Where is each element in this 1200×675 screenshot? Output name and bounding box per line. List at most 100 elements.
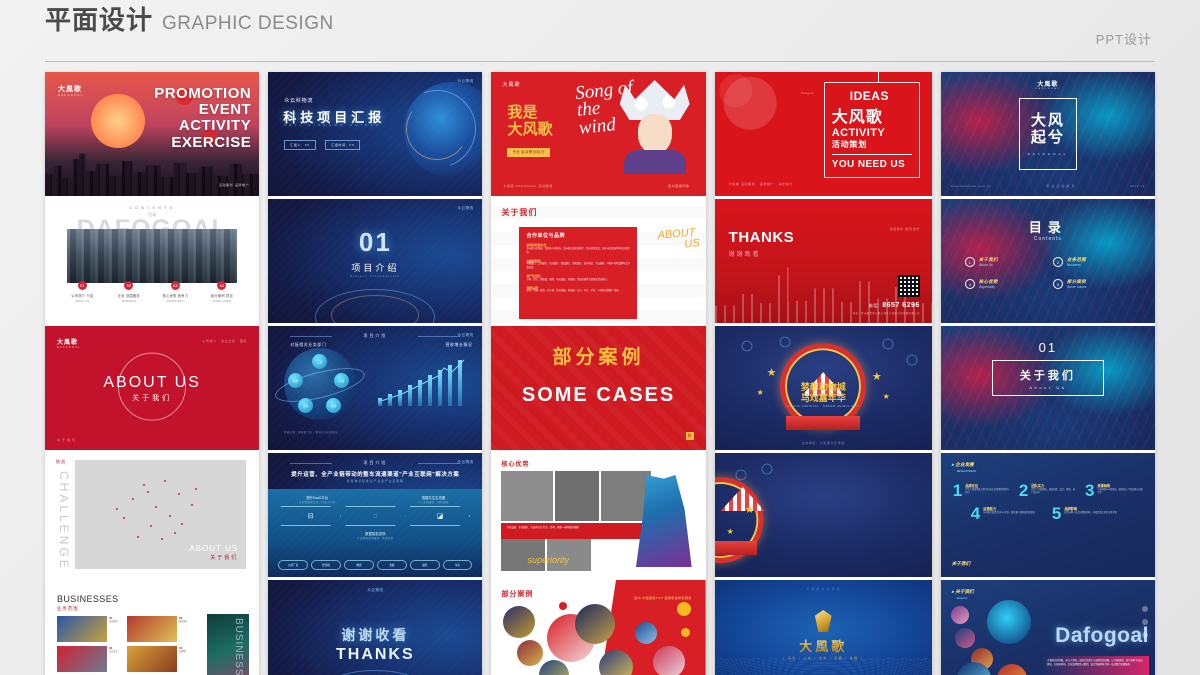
pager-dot[interactable] bbox=[1142, 619, 1149, 625]
about-tag-en: ABOUT US bbox=[657, 226, 701, 251]
slide-marble-section-01[interactable]: 01 关于我们 About Us bbox=[940, 326, 1156, 450]
item-title: 运营能力 bbox=[983, 507, 997, 512]
contents-item-title: 核心优势 竞争力 bbox=[162, 294, 189, 298]
slide-thanks-red[interactable]: THANKS 谢谢观看 感谢聆听 期待合作 电话：8657 6296 地址：贵州… bbox=[714, 199, 932, 323]
city-skyline-graphic bbox=[45, 153, 260, 196]
pill[interactable]: 保险 bbox=[409, 560, 440, 570]
slide-column-tech: 众云物流 众云科物流 科技项目汇报 KEJI XIANGMU HUIBAO 汇报… bbox=[268, 72, 483, 675]
seal-icon: 歌 bbox=[685, 432, 694, 440]
page-title: 平面设计 bbox=[45, 5, 154, 35]
slide-marble-cover[interactable]: 大風歌 DAFOGOAL 大风 起兮 DAFOGOAL www.dafogoal.… bbox=[940, 72, 1156, 196]
contents-item[interactable]: 02 业务 范围服务 BUSINESS bbox=[106, 281, 153, 303]
contents-item[interactable]: 4 核心优势 Superiority bbox=[964, 279, 1043, 289]
contents-item-en: Some Cases bbox=[1066, 285, 1087, 289]
contents-item[interactable]: 2 业务范围 Business bbox=[1052, 257, 1131, 267]
contents-item-en: Business bbox=[1066, 263, 1081, 267]
contents-item[interactable]: 04 部分案例 项目 SOME CASES bbox=[199, 281, 246, 303]
slide-tech-charts[interactable]: 项目介绍 众云物流 对接相关业务部门 工商 车管 保险 海关 税务 营收增长情况 bbox=[268, 326, 483, 450]
step-title: 数据智能变现 bbox=[365, 532, 386, 536]
phone-label: 电话： bbox=[868, 303, 883, 308]
pill[interactable]: 经销商 bbox=[311, 560, 341, 570]
pill[interactable]: 车主 bbox=[442, 560, 473, 570]
slide-cases-circles[interactable]: 部分案例 贵州·中国苗族TOP 盛典暨金球奖颁奖 bbox=[491, 580, 706, 675]
cases-title-cn: 部分案例 bbox=[552, 347, 645, 368]
planet-ring bbox=[272, 361, 368, 409]
chart-svg bbox=[378, 359, 465, 403]
slide-businesses[interactable]: BUSINESSES 业务范围 01 演出策划 02 展览展示 03 会议会务 bbox=[45, 580, 260, 675]
solution-step-2: 搭建共生生态圈 引入金融服务，风控赋能 bbox=[398, 495, 468, 504]
slide-column-promotion: 大風歌 DAFOGOAL PROMOTION EVENT ACTIVITY EX… bbox=[45, 72, 260, 675]
slide-tech-thanks[interactable]: 众云物流 谢谢收看 THANKS bbox=[268, 580, 483, 675]
company-logo: 众云物流 bbox=[457, 333, 474, 337]
business-side-word: BUSINESSES bbox=[233, 618, 245, 675]
brand-logo-en: DAFOGOAL bbox=[58, 94, 84, 97]
slide-wind-cover[interactable]: 大風歌 我是 大风歌 专业活动策划执行 Song of the wind 贵州苗族印象… bbox=[491, 72, 706, 196]
pager-dot[interactable] bbox=[1142, 606, 1149, 612]
partner-item: 消费品牌： 茅台、习酒、国台、老干妈、贵州轮胎、折耳根、苏宁、京东、华为、小米等… bbox=[526, 286, 630, 295]
ribbon-graphic bbox=[714, 541, 757, 555]
node-bubble[interactable]: 海关 bbox=[298, 398, 314, 413]
item-number: 5 bbox=[1051, 504, 1062, 524]
contents-item-cn: 核心优势 bbox=[978, 279, 998, 284]
businesses-title-cn: 业务范围 bbox=[57, 606, 79, 611]
dot-decoration bbox=[559, 602, 568, 610]
section-tag-en: DEVELOPMENT bbox=[956, 470, 977, 473]
item-number: 2 bbox=[1018, 481, 1029, 500]
node-bubble[interactable]: 车管 bbox=[334, 373, 350, 388]
contents-item-en: About Us bbox=[978, 263, 993, 267]
pill[interactable]: 物流 bbox=[343, 560, 374, 570]
phone-number: 8657 6296 bbox=[882, 302, 920, 309]
contents-item[interactable]: 03 核心优势 竞争力 SUPERIORITY bbox=[152, 281, 199, 303]
slide-footer: 活动策划 品牌推广 bbox=[218, 183, 250, 187]
slide-circus-cover[interactable]: ★ ★ ★ ★ 梦想动物城 马戏嘉年华 CIRCUS CARNIVAL · DR… bbox=[714, 326, 932, 450]
slide-tech-cover[interactable]: 众云物流 众云科物流 科技项目汇报 KEJI XIANGMU HUIBAO 汇报… bbox=[268, 72, 483, 196]
slide-tech-section-01[interactable]: 众云物流 01 项目介绍 Project Introduction bbox=[268, 199, 483, 323]
slide-some-cases[interactable]: 部分案例 SOME CASES 歌 bbox=[491, 326, 706, 450]
contents-item-sub: SUPERIORITY bbox=[165, 299, 185, 303]
star-icon: ★ bbox=[766, 367, 777, 379]
step-desc: 引入金融服务，风控赋能 bbox=[418, 501, 449, 504]
pill[interactable]: 主机厂商 bbox=[278, 560, 309, 570]
pager-dot[interactable] bbox=[1142, 632, 1149, 638]
star-icon: ★ bbox=[744, 504, 755, 516]
step-title: 提升SaaS平台 bbox=[306, 496, 329, 500]
slide-circus-blank[interactable]: ★ ★ bbox=[714, 453, 932, 577]
headline-line-4: EXERCISE bbox=[171, 133, 252, 151]
pager-dots[interactable] bbox=[1142, 606, 1149, 638]
slide-gold-logo[interactable]: 大 風 歌 文 化 传 媒 大風歌 [ 演出 | 公关 | 会务 | 庆典 | … bbox=[714, 580, 932, 675]
slide-marble-contents[interactable]: 目录 Contents 1 关于我们 About Us 2 业务范围 Busin… bbox=[940, 199, 1156, 323]
costume-shape bbox=[623, 150, 686, 174]
slide-tech-solution[interactable]: 项目介绍 众云物流 提升运营、全产业链带动的整车流通渠道"产业互联网"解决方案 … bbox=[268, 453, 483, 577]
solution-subtitle: 智慧物流赋能全产业链产业互联网 bbox=[346, 479, 404, 483]
chart-left-caption: 对接相关业务部门 bbox=[290, 342, 327, 347]
section-title-en: Project Introduction bbox=[350, 275, 401, 278]
numbered-row: 1 品牌定位 专注于西南地区大型文化演艺活动整体策划与执行 2 团队实力 百余人… bbox=[953, 481, 1143, 500]
slide-promotion-cover[interactable]: 大風歌 DAFOGOAL PROMOTION EVENT ACTIVITY EX… bbox=[45, 72, 260, 196]
ideas-text-box: IDEAS 大风歌 ACTIVITY 活动策划 YOU NEED US bbox=[823, 82, 920, 178]
about-us-title-en: ABOUT US bbox=[103, 374, 201, 391]
business-cell-label: 品牌推广 bbox=[179, 650, 188, 653]
superiority-tag: 核心优势 bbox=[501, 462, 530, 468]
slide-superiority[interactable]: 核心优势 专业设备、专业团队、专业执行力 灯光、音响、舞美一体化服务保障 sup… bbox=[491, 453, 706, 577]
step-desc: 产业数据增值服务，精准营销 bbox=[357, 537, 394, 540]
contents-item[interactable]: 5 部分案例 Some Cases bbox=[1052, 279, 1131, 289]
slide-about-partners[interactable]: 关于我们 ABOUT US 合作单位与品牌 政府机构及协会： 贵州省人民政府、贵阳… bbox=[491, 199, 706, 323]
tech-chip: 汇报人：XX bbox=[284, 140, 316, 150]
node-bubble[interactable]: 保险 bbox=[326, 398, 342, 413]
partner-item: 地产及商业： 万科、恒大、碧桂园、保利、中天城投、花果园、世纪金源等大型商业活动… bbox=[526, 274, 630, 283]
slide-ideas-poster[interactable]: IDEAS 大风歌 ACTIVITY 活动策划 YOU NEED US Dafo… bbox=[714, 72, 932, 196]
slide-column-folk: 大風歌 我是 大风歌 专业活动策划执行 Song of the wind 贵州苗族印象… bbox=[491, 72, 706, 675]
contents-item[interactable]: 01 公司简介 介绍 ABOUT US bbox=[59, 281, 106, 303]
node-bubble[interactable]: 税务 bbox=[288, 373, 304, 388]
slide-about-us-red[interactable]: 大風歌 DAFOGOAL 公司简介 · 企业文化 · 团队 ABOUT US 关… bbox=[45, 326, 260, 450]
tech-chip-row: 汇报人：XX 汇报时间：XX bbox=[284, 133, 365, 151]
contents-item[interactable]: 1 关于我们 About Us bbox=[964, 257, 1043, 267]
slide-contents[interactable]: CONTENTS 目录 DAFOGOAL 01 公司简介 介绍 ABOUT US… bbox=[45, 199, 260, 323]
superiority-red-band: 专业设备、专业团队、专业执行力 灯光、音响、舞美一体化服务保障 bbox=[501, 523, 650, 539]
slide-marble-dafogoal[interactable]: 关于我们 About Us Dafogoal 大風歌文化传媒，创立于贵阳，深耕文… bbox=[940, 580, 1156, 675]
pill[interactable]: 金融 bbox=[376, 560, 407, 570]
equipment-photo bbox=[547, 537, 592, 571]
slide-challenge-map[interactable]: 挑战 CHALLENGE ABOUT US 关于我们 bbox=[45, 453, 260, 577]
slide-marble-numbers[interactable]: 企业发展 DEVELOPMENT 1 品牌定位 专注于西南地区大型文化演艺活动整… bbox=[940, 453, 1156, 577]
node-bubble[interactable]: 工商 bbox=[312, 354, 328, 369]
